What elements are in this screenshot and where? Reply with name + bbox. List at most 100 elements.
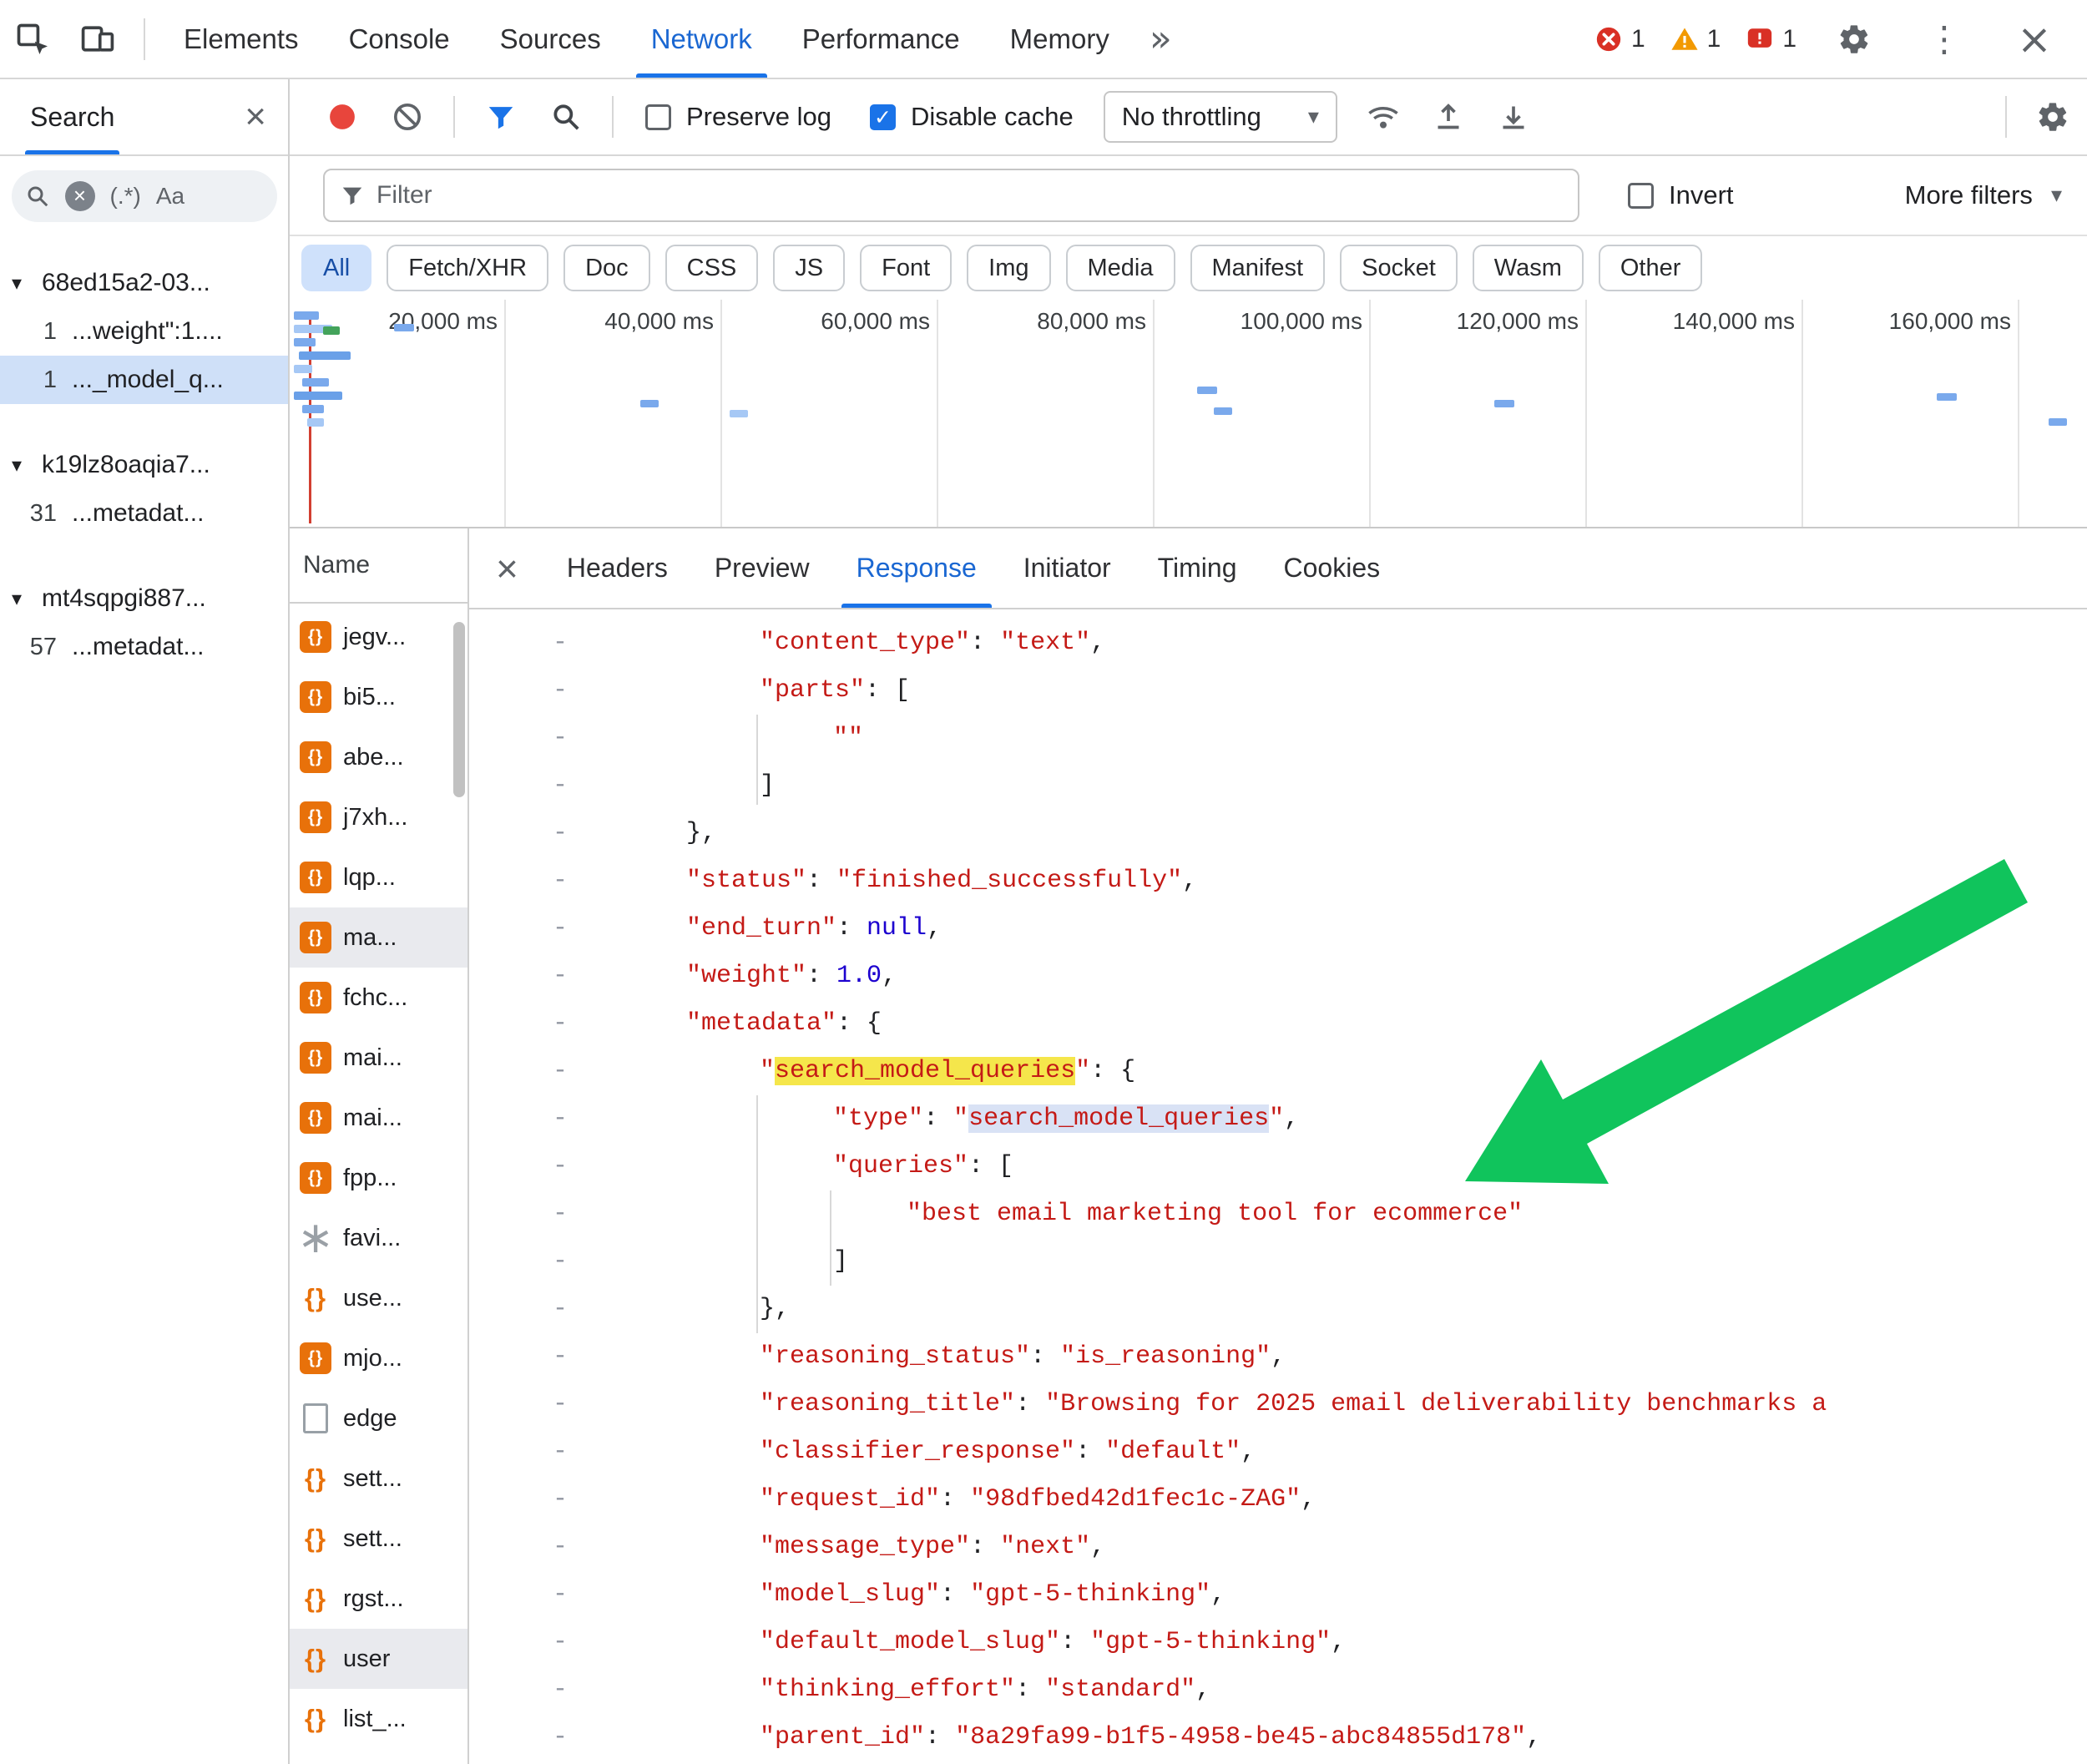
clear-network-log-button[interactable]	[385, 94, 430, 139]
invert-checkbox[interactable]: Invert	[1628, 180, 1734, 210]
filter-input-box[interactable]	[323, 169, 1579, 222]
more-filters-button[interactable]: More filters ▾	[1905, 180, 2062, 210]
filter-chip[interactable]: All	[301, 245, 371, 291]
filter-chip[interactable]: Manifest	[1190, 245, 1326, 291]
request-row[interactable]: favi...	[290, 1208, 467, 1268]
error-badge[interactable]: 1	[1594, 25, 1645, 53]
response-body[interactable]: "content": {"content_type": "text","part…	[469, 609, 2087, 1764]
detail-tab[interactable]: Cookies	[1261, 528, 1404, 608]
filter-chip[interactable]: Socket	[1340, 245, 1458, 291]
issue-badge[interactable]: 1	[1746, 25, 1796, 53]
search-result-row[interactable]: ▾ 1 ...weight":1....	[0, 307, 288, 356]
filter-chip[interactable]: JS	[773, 245, 845, 291]
name-column-header[interactable]: Name	[290, 528, 467, 604]
devtools-tab[interactable]: Console	[324, 0, 475, 78]
request-row[interactable]: che...	[290, 1749, 467, 1764]
search-result-row[interactable]: ▾ 68ed15a2-03...	[0, 259, 288, 307]
detail-tab[interactable]: Response	[833, 528, 1000, 608]
timeline-column: 20,000 ms	[290, 300, 506, 527]
request-row[interactable]: j7xh...	[290, 787, 467, 847]
request-row[interactable]: fchc...	[290, 968, 467, 1028]
code-line: "reasoning_title": "Browsing for 2025 em…	[469, 1381, 2087, 1428]
match-count: 57	[12, 634, 57, 661]
timeline-column: 140,000 ms	[1587, 300, 1803, 527]
filter-chip[interactable]: CSS	[665, 245, 759, 291]
request-name: mjo...	[343, 1345, 402, 1372]
close-devtools-button[interactable]: ×	[2010, 15, 2059, 63]
filter-toggle-icon[interactable]	[478, 94, 523, 139]
filter-chip[interactable]: Other	[1599, 245, 1703, 291]
request-name: jegv...	[343, 624, 406, 651]
network-conditions-icon[interactable]	[1361, 94, 1406, 139]
request-row[interactable]: lqp...	[290, 847, 467, 907]
request-row[interactable]: mai...	[290, 1028, 467, 1088]
filter-input[interactable]	[376, 181, 1563, 210]
search-panel-close-button[interactable]: ×	[245, 96, 266, 138]
devtools-tab[interactable]: Performance	[777, 0, 985, 78]
request-row[interactable]: user	[290, 1629, 467, 1689]
inspect-element-icon[interactable]	[8, 15, 57, 63]
filter-chip[interactable]: Font	[860, 245, 952, 291]
filter-chip[interactable]: Media	[1066, 245, 1175, 291]
search-result-row[interactable]: ▾ k19lz8oaqia7...	[0, 441, 288, 489]
network-filter-row: Invert More filters ▾	[290, 156, 2087, 236]
request-row[interactable]: edge	[290, 1388, 467, 1448]
search-box[interactable]: × (.*) Aa	[12, 170, 277, 222]
request-row[interactable]: ma...	[290, 907, 467, 968]
devtools-tab[interactable]: Elements	[159, 0, 324, 78]
throttling-select[interactable]: No throttling ▾	[1104, 91, 1337, 143]
disclosure-triangle-icon[interactable]: ▾	[12, 271, 42, 295]
filter-chip[interactable]: Img	[967, 245, 1050, 291]
request-row[interactable]: abe...	[290, 727, 467, 787]
filter-chip[interactable]: Doc	[563, 245, 650, 291]
search-result-row[interactable]: ▾ 1 ..._model_q...	[0, 356, 288, 404]
request-row[interactable]: rgst...	[290, 1569, 467, 1629]
detail-tab[interactable]: Initiator	[1000, 528, 1134, 608]
disclosure-triangle-icon[interactable]: ▾	[12, 587, 42, 610]
device-toolbar-icon[interactable]	[73, 15, 122, 63]
regex-toggle[interactable]: (.*)	[110, 183, 141, 210]
detail-tab[interactable]: Timing	[1134, 528, 1261, 608]
request-row[interactable]: sett...	[290, 1509, 467, 1569]
disable-cache-checkbox[interactable]: ✓ Disable cache	[870, 102, 1074, 132]
network-settings-gear-icon[interactable]	[2030, 94, 2075, 139]
filter-chip[interactable]: Fetch/XHR	[387, 245, 548, 291]
match-case-toggle[interactable]: Aa	[156, 183, 184, 210]
scrollbar-thumb[interactable]	[453, 622, 465, 797]
request-row[interactable]: mai...	[290, 1088, 467, 1148]
kebab-menu-icon[interactable]: ⋮	[1920, 15, 1968, 63]
settings-gear-icon[interactable]	[1830, 15, 1878, 63]
search-input[interactable]	[200, 183, 263, 210]
request-table-area: Name jegv... bi5... abe...	[290, 528, 2087, 1764]
checkbox-checked: ✓	[870, 104, 896, 130]
devtools-tab[interactable]: Network	[626, 0, 777, 78]
warning-badge[interactable]: 1	[1670, 25, 1721, 53]
clear-search-icon[interactable]: ×	[65, 181, 95, 211]
preserve-log-checkbox[interactable]: Preserve log	[645, 102, 831, 132]
import-har-icon[interactable]	[1426, 94, 1471, 139]
request-row[interactable]: bi5...	[290, 667, 467, 727]
detail-tab[interactable]: Headers	[543, 528, 691, 608]
invert-label: Invert	[1669, 180, 1734, 210]
more-tabs-icon[interactable]: »	[1150, 18, 1172, 60]
close-detail-button[interactable]: ×	[496, 528, 518, 608]
search-result-row[interactable]: ▾ 57 ...metadat...	[0, 623, 288, 671]
export-har-icon[interactable]	[1491, 94, 1536, 139]
devtools-tab[interactable]: Sources	[475, 0, 626, 78]
network-search-icon[interactable]	[543, 94, 589, 139]
devtools-tab[interactable]: Memory	[985, 0, 1134, 78]
request-row[interactable]: jegv...	[290, 607, 467, 667]
disclosure-triangle-icon[interactable]: ▾	[12, 453, 42, 477]
request-row[interactable]: fpp...	[290, 1148, 467, 1208]
request-row[interactable]: list_...	[290, 1689, 467, 1749]
search-result-row[interactable]: ▾ mt4sqpgi887...	[0, 574, 288, 623]
record-button[interactable]	[320, 94, 365, 139]
request-row[interactable]: use...	[290, 1268, 467, 1328]
request-row[interactable]: mjo...	[290, 1328, 467, 1388]
filter-chip[interactable]: Wasm	[1473, 245, 1584, 291]
request-row[interactable]: sett...	[290, 1448, 467, 1509]
search-result-row[interactable]: ▾ 31 ...metadat...	[0, 489, 288, 538]
network-overview-timeline[interactable]: 20,000 ms 40,000 ms 60,000 ms 80,000 ms …	[290, 300, 2087, 528]
detail-tab[interactable]: Preview	[691, 528, 833, 608]
devtools-tabbar: ElementsConsoleSourcesNetworkPerformance…	[0, 0, 2087, 79]
